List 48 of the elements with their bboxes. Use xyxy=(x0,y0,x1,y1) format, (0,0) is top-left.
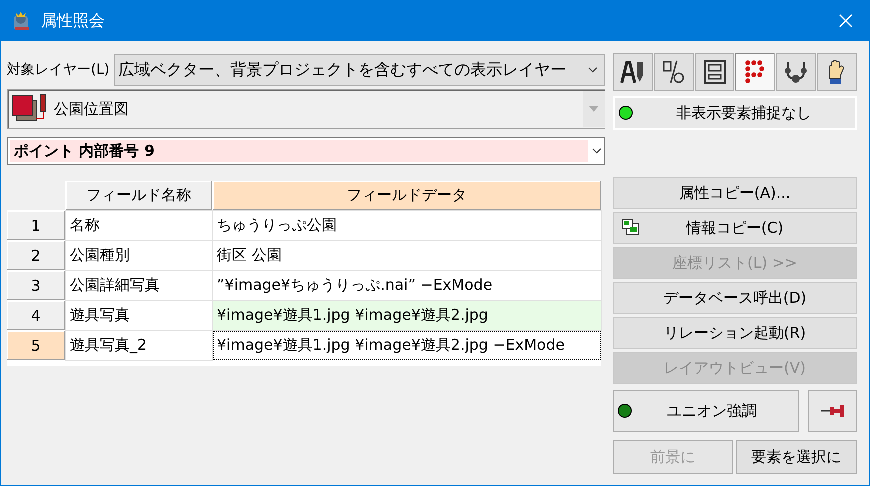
table-cell: ¥image¥遊具1.jpg ¥image¥遊具2.jpg −ExMode xyxy=(213,331,601,360)
percent-icon xyxy=(660,59,687,85)
tool-button[interactable] xyxy=(694,53,734,91)
table-cell: ¥image¥遊具1.jpg ¥image¥遊具2.jpg xyxy=(213,301,601,330)
layer-label: 対象レイヤー(L) xyxy=(7,61,110,79)
table-cell: 遊具写真 xyxy=(66,301,212,330)
action-button[interactable]: 属性コピー(A)... xyxy=(613,177,857,209)
row-header[interactable]: 1 xyxy=(7,211,65,240)
chevron-icon xyxy=(592,148,602,154)
tool-button[interactable] xyxy=(654,53,694,91)
table-cell: ちゅうりっぷ公園 xyxy=(213,211,601,240)
row-header[interactable]: 4 xyxy=(7,301,65,330)
row-header[interactable]: 3 xyxy=(7,271,65,300)
hidden-capture-indicator[interactable]: 非表示要素捕捉なし xyxy=(613,96,857,130)
action-button[interactable]: リレーション起動(R) xyxy=(613,317,857,349)
chevron-icon xyxy=(588,67,598,73)
nodes-icon xyxy=(783,59,810,85)
tool-button[interactable] xyxy=(776,53,816,91)
text-pen-icon xyxy=(620,59,646,85)
row-header[interactable]: 2 xyxy=(7,241,65,270)
action-button[interactable]: データベース呼出(D) xyxy=(613,282,857,314)
tool-button[interactable] xyxy=(613,53,653,91)
copy-icon xyxy=(622,219,640,237)
frame-icon xyxy=(702,59,728,85)
table-cell: ”¥image¥ちゅうりっぷ.nai” −ExMode xyxy=(213,271,601,300)
tool-button[interactable] xyxy=(735,53,776,91)
window-title: 属性照会 xyxy=(41,10,106,32)
pin-button[interactable] xyxy=(808,390,857,432)
close-icon xyxy=(839,14,853,28)
table-cell: 名称 xyxy=(66,211,212,240)
table-cell: 街区 公園 xyxy=(213,241,601,270)
row-header[interactable]: 5 xyxy=(7,331,65,360)
layer-icon xyxy=(12,94,48,124)
action-button[interactable]: 情報コピー(C) xyxy=(613,212,857,244)
tool-button[interactable] xyxy=(817,53,857,91)
table-cell: 公園詳細写真 xyxy=(66,271,212,300)
layer-dropdown[interactable]: 広域ベクター、背景プロジェクトを含むすべての表示レイヤー xyxy=(114,54,605,86)
table-cell: 遊具写真_2 xyxy=(66,331,212,360)
column-header[interactable]: フィールドデータ xyxy=(213,181,601,210)
table-cell: 公園種別 xyxy=(66,241,212,270)
layer-name-dropdown[interactable]: 公園位置図 xyxy=(7,89,605,129)
chevron-icon xyxy=(589,106,599,112)
pushpin-icon xyxy=(820,404,846,418)
action-button[interactable]: 要素を選択に xyxy=(736,440,857,474)
element-dropdown[interactable]: ポイント 内部番号 9 xyxy=(7,137,605,165)
union-highlight-button[interactable]: ユニオン強調 xyxy=(613,390,799,432)
layer-name: 公園位置図 xyxy=(54,100,130,118)
column-header[interactable]: フィールド名称 xyxy=(66,181,212,210)
